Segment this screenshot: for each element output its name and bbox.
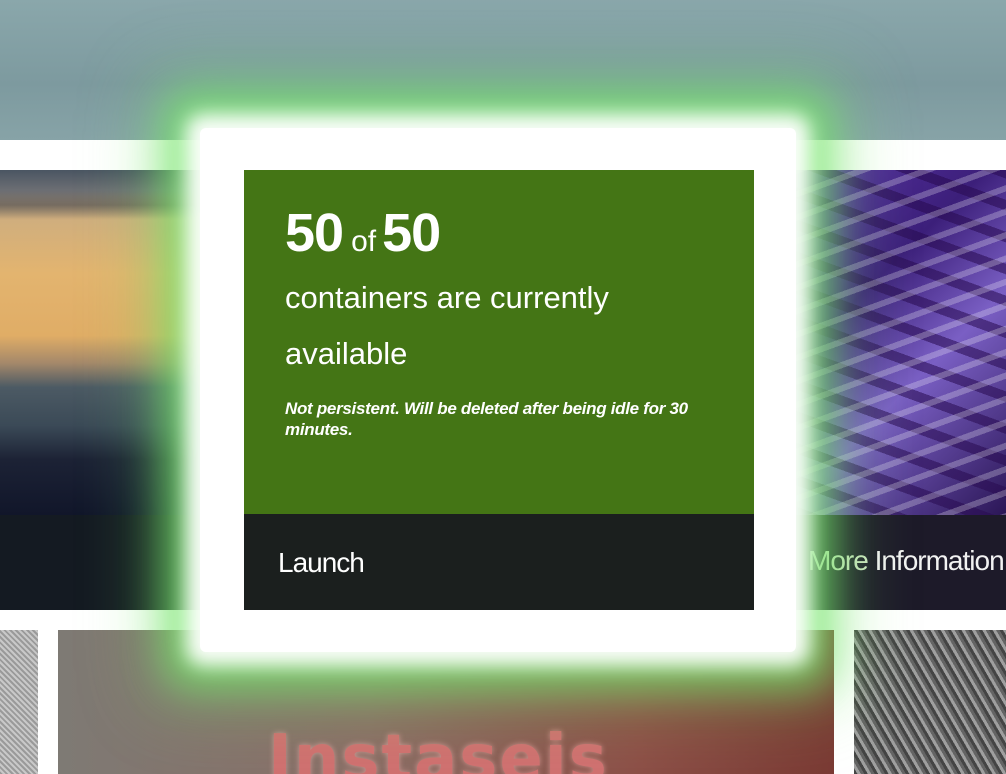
launch-button[interactable]: Launch bbox=[278, 547, 365, 579]
total-count: 50 bbox=[382, 203, 441, 263]
image-tile-bottom-left[interactable] bbox=[0, 630, 38, 774]
of-label: of bbox=[351, 225, 377, 258]
image-tile-left[interactable] bbox=[0, 170, 200, 610]
more-information-link-first: More bbox=[808, 545, 869, 576]
image-tile-bottom-right[interactable] bbox=[854, 630, 1006, 774]
page: More Information Instaseis 50 of 50 cont… bbox=[0, 0, 1006, 774]
more-information-link[interactable]: More Information bbox=[808, 545, 1005, 577]
tile-left-cloud bbox=[0, 190, 200, 220]
container-availability-card: 50 of 50 containers are currently availa… bbox=[244, 170, 754, 610]
availability-description: containers are currently available bbox=[285, 280, 609, 371]
card-body: 50 of 50 containers are currently availa… bbox=[285, 206, 714, 440]
instaseis-logo: Instaseis bbox=[268, 722, 609, 774]
card-footer: Launch bbox=[244, 514, 754, 610]
tile-left-footer bbox=[0, 515, 200, 610]
background-tile-top bbox=[0, 0, 1006, 140]
tile-right-footer: More Information bbox=[790, 515, 1006, 610]
more-information-link-rest: Information bbox=[867, 545, 1005, 576]
available-count: 50 bbox=[285, 203, 344, 263]
persistence-note: Not persistent. Will be deleted after be… bbox=[285, 399, 688, 439]
availability-count: 50 of 50 bbox=[285, 206, 714, 260]
image-tile-right[interactable]: More Information bbox=[790, 170, 1006, 610]
